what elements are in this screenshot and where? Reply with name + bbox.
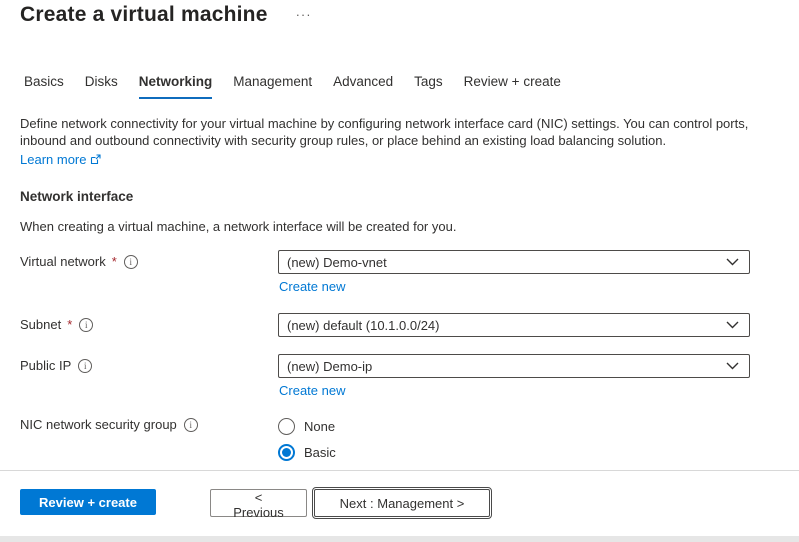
virtual-network-row: Virtual network * (new) Demo-vnet Create … — [20, 250, 799, 296]
radio-button-icon — [278, 444, 295, 461]
radio-label-none: None — [304, 419, 335, 434]
tab-advanced[interactable]: Advanced — [333, 74, 393, 99]
external-link-icon — [90, 154, 101, 165]
nic-nsg-label: NIC network security group — [20, 413, 278, 432]
chevron-down-icon — [726, 258, 739, 266]
tab-networking[interactable]: Networking — [139, 74, 213, 99]
tab-tags[interactable]: Tags — [414, 74, 443, 99]
tab-management[interactable]: Management — [233, 74, 312, 99]
intro-paragraph: Define network connectivity for your vir… — [20, 115, 750, 168]
learn-more-link[interactable]: Learn more — [20, 151, 101, 168]
bottom-bar — [0, 536, 799, 542]
nic-nsg-radio-group: None Basic Advanced — [278, 413, 750, 470]
radio-option-basic[interactable]: Basic — [278, 439, 750, 465]
virtual-network-label-text: Virtual network — [20, 254, 106, 269]
info-icon[interactable] — [124, 255, 138, 269]
tab-review-create[interactable]: Review + create — [464, 74, 561, 99]
tab-basics[interactable]: Basics — [24, 74, 64, 99]
virtual-network-value: (new) Demo-vnet — [287, 255, 387, 270]
tab-disks[interactable]: Disks — [85, 74, 118, 99]
wizard-tabs: Basics Disks Networking Management Advan… — [24, 74, 799, 99]
virtual-network-label: Virtual network * — [20, 250, 278, 269]
chevron-down-icon — [726, 321, 739, 329]
subnet-dropdown[interactable]: (new) default (10.1.0.0/24) — [278, 313, 750, 337]
radio-option-none[interactable]: None — [278, 413, 750, 439]
virtual-network-create-new-link[interactable]: Create new — [279, 279, 345, 294]
review-create-button[interactable]: Review + create — [20, 489, 156, 515]
previous-button[interactable]: < Previous — [210, 489, 307, 517]
chevron-down-icon — [726, 362, 739, 370]
public-ip-row: Public IP (new) Demo-ip Create new — [20, 354, 799, 400]
next-management-button[interactable]: Next : Management > — [314, 489, 490, 517]
learn-more-label: Learn more — [20, 151, 86, 168]
info-icon[interactable] — [79, 318, 93, 332]
subnet-value: (new) default (10.1.0.0/24) — [287, 318, 439, 333]
required-asterisk: * — [67, 317, 72, 332]
more-actions-button[interactable]: ··· — [296, 10, 312, 20]
virtual-network-dropdown[interactable]: (new) Demo-vnet — [278, 250, 750, 274]
info-icon[interactable] — [184, 418, 198, 432]
networking-tab-content: Create a virtual machine ··· Basics Disk… — [0, 0, 799, 470]
wizard-footer: Review + create < Previous Next : Manage… — [0, 470, 799, 542]
info-icon[interactable] — [78, 359, 92, 373]
radio-button-icon — [278, 418, 295, 435]
subnet-row: Subnet * (new) default (10.1.0.0/24) — [20, 313, 799, 337]
public-ip-create-new-link[interactable]: Create new — [279, 383, 345, 398]
page-header: Create a virtual machine ··· — [0, 0, 799, 27]
nic-nsg-label-text: NIC network security group — [20, 417, 177, 432]
public-ip-value: (new) Demo-ip — [287, 359, 372, 374]
public-ip-dropdown[interactable]: (new) Demo-ip — [278, 354, 750, 378]
public-ip-label-text: Public IP — [20, 358, 71, 373]
subnet-label-text: Subnet — [20, 317, 61, 332]
radio-label-basic: Basic — [304, 445, 336, 460]
public-ip-label: Public IP — [20, 354, 278, 373]
section-heading-network-interface: Network interface — [20, 189, 799, 204]
subnet-label: Subnet * — [20, 313, 278, 332]
page-title: Create a virtual machine — [20, 3, 268, 27]
required-asterisk: * — [112, 254, 117, 269]
nic-nsg-row: NIC network security group None Basic Ad… — [20, 413, 799, 470]
section-subtext: When creating a virtual machine, a netwo… — [20, 219, 799, 234]
intro-text: Define network connectivity for your vir… — [20, 116, 748, 148]
